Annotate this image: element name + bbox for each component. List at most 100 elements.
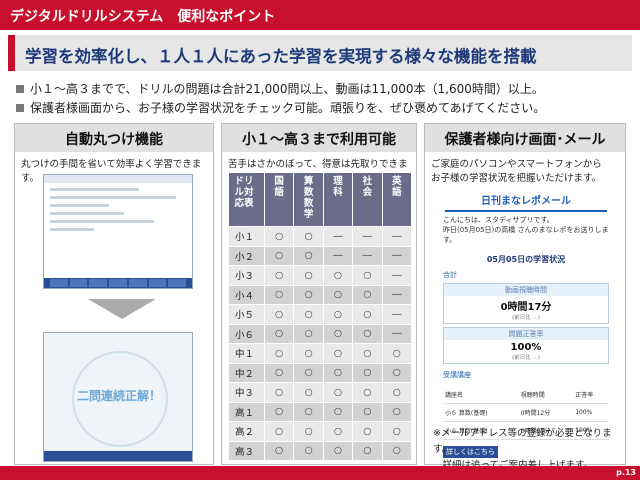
coverage-cell: ○ [322,284,354,305]
coverage-cell: ○ [352,304,383,325]
footer-bar [0,466,640,480]
bullet-item: 保護者様画面から、お子様の学習状況をチェック可能。頑張りを、ぜひ褒めてあげてくだ… [14,99,634,118]
coverage-cell: ○ [263,284,295,305]
coverage-cell: ○ [263,382,295,403]
table-header: 理科 [322,172,354,227]
coverage-cell: ○ [293,323,324,344]
coverage-cell: ○ [293,343,324,364]
panel-auto-grading: 自動丸つけ機能 丸つけの手間を省いて効率よく学習できます。 二問連続正解！ [14,123,214,465]
coverage-cell: ○ [293,382,324,403]
panel-title: 自動丸つけ機能 [15,124,213,152]
coverage-cell: ○ [322,362,354,383]
drill-coverage-table: ドリル対応表 国語 算数数学 理科 社会 英語 小１ ○ ○ ― ― ― 小２ ○ ○ ― ― ― 小３… [228,172,413,461]
report-email-preview: 日刊まなレポメール こんにちは、スタディサプリです。 昨日(05月05日)の高橋… [433,184,619,458]
coverage-cell: ○ [263,343,295,364]
coverage-cell: ○ [322,343,354,364]
coverage-cell: ○ [322,382,354,403]
coverage-cell: ― [381,304,413,325]
table-row: 中２ ○ ○ ○ ○ ○ [228,362,413,383]
table-row: 小１ ○ ○ ― ― ― [228,226,413,247]
table-header: 算数数学 [293,172,324,227]
coverage-cell: ○ [293,284,324,305]
table-row: 高１ ○ ○ ○ ○ ○ [228,401,413,422]
coverage-cell: ○ [293,265,324,286]
coverage-cell: ○ [322,440,354,461]
report-greeting: こんにちは、スタディサプリです。 昨日(05月05日)の高橋 さんのまなレポをお… [443,216,609,244]
table-row: 小６ ○ ○ ○ ○ ― [228,323,413,344]
table-row: 中１ ○ ○ ○ ○ ○ [228,343,413,364]
table-row: 高２ ○ ○ ○ ○ ○ [228,421,413,442]
coverage-cell: ○ [322,401,354,422]
correct-rate-box: 問題正答率 100% (前日比 ...) [443,327,609,364]
coverage-cell: ― [352,245,383,266]
page-number: p.13 [616,468,636,477]
grade-label: 高３ [228,440,265,461]
table-header: 国語 [263,172,295,227]
coverage-cell: ○ [322,304,354,325]
panel-grade-coverage: 小１～高３まで利用可能 苦手はさかのぼって、得意は先取りできます。 ドリル対応表… [221,123,417,465]
grade-label: 高２ [228,421,265,442]
coverage-cell: ○ [263,304,295,325]
headline: 学習を効率化し、１人１人にあった学習を実現する様々な機能を搭載 [8,35,632,71]
coverage-cell: ○ [293,226,324,247]
report-date: 05月05日の学習状況 [486,255,566,264]
grade-label: 中２ [228,362,265,383]
grade-label: 小４ [228,284,265,305]
coverage-cell: ― [322,245,354,266]
coverage-cell: ○ [381,343,413,364]
divider [445,210,607,212]
coverage-cell: ○ [352,362,383,383]
coverage-cell: ○ [293,304,324,325]
header-title: デジタルドリルシステム 便利なポイント [10,9,276,25]
coverage-cell: ○ [263,401,295,422]
table-row: 高３ ○ ○ ○ ○ ○ [228,440,413,461]
coverage-cell: ○ [381,362,413,383]
coverage-cell: ○ [352,265,383,286]
total-label: 合計 [443,271,457,279]
screen-keypad [44,278,192,288]
coverage-cell: ○ [293,401,324,422]
table-row: 小４ ○ ○ ○ ○ ― [228,284,413,305]
table-header: ドリル対応表 [228,172,265,227]
correct-message: 二問連続正解！ [76,389,161,403]
coverage-cell: ○ [263,421,295,442]
panel-title: 保護者様向け画面･メール [425,124,625,152]
grade-label: 小６ [228,323,265,344]
coverage-cell: ○ [352,382,383,403]
coverage-cell: ○ [263,440,295,461]
coverage-cell: ○ [381,421,413,442]
screen-footer-bar [44,451,192,461]
course-label: 受講講座 [443,371,471,379]
coverage-cell: ○ [352,421,383,442]
table-header: 社会 [352,172,383,227]
coverage-cell: ○ [322,421,354,442]
correct-result-image: 二問連続正解！ [43,332,193,462]
grade-label: 小３ [228,265,265,286]
screen-line [50,212,124,215]
video-time-box: 動画視聴時間 0時間17分 (前日比 ...) [443,283,609,324]
coverage-cell: ○ [263,245,295,266]
screen-header-bar [44,175,192,183]
coverage-cell: ○ [352,440,383,461]
report-title: 日刊まなレポメール [481,196,571,207]
drill-screen-image [43,174,193,289]
table-header: 講座名 [443,386,519,404]
coverage-cell: ○ [293,421,324,442]
bullet-list: 小１～高３までで、ドリルの問題は合計21,000問以上、動画は11,000本（1… [14,80,634,118]
grade-label: 小２ [228,245,265,266]
coverage-cell: ○ [381,401,413,422]
bullet-item: 小１～高３までで、ドリルの問題は合計21,000問以上、動画は11,000本（1… [14,80,634,99]
coverage-cell: ― [352,226,383,247]
screen-line [50,188,139,191]
coverage-cell: ― [381,323,413,344]
coverage-cell: ○ [322,265,354,286]
screen-line [50,204,110,207]
coverage-cell: ○ [381,382,413,403]
panel-parent-report: 保護者様向け画面･メール ご家庭のパソコンやスマートフォンから お子様の学習状況… [424,123,626,471]
coverage-cell: ○ [352,343,383,364]
coverage-cell: ○ [381,440,413,461]
coverage-cell: ― [322,226,354,247]
coverage-cell: ○ [263,226,295,247]
grade-label: 高１ [228,401,265,422]
table-row: 小５ ○ ○ ○ ○ ― [228,304,413,325]
